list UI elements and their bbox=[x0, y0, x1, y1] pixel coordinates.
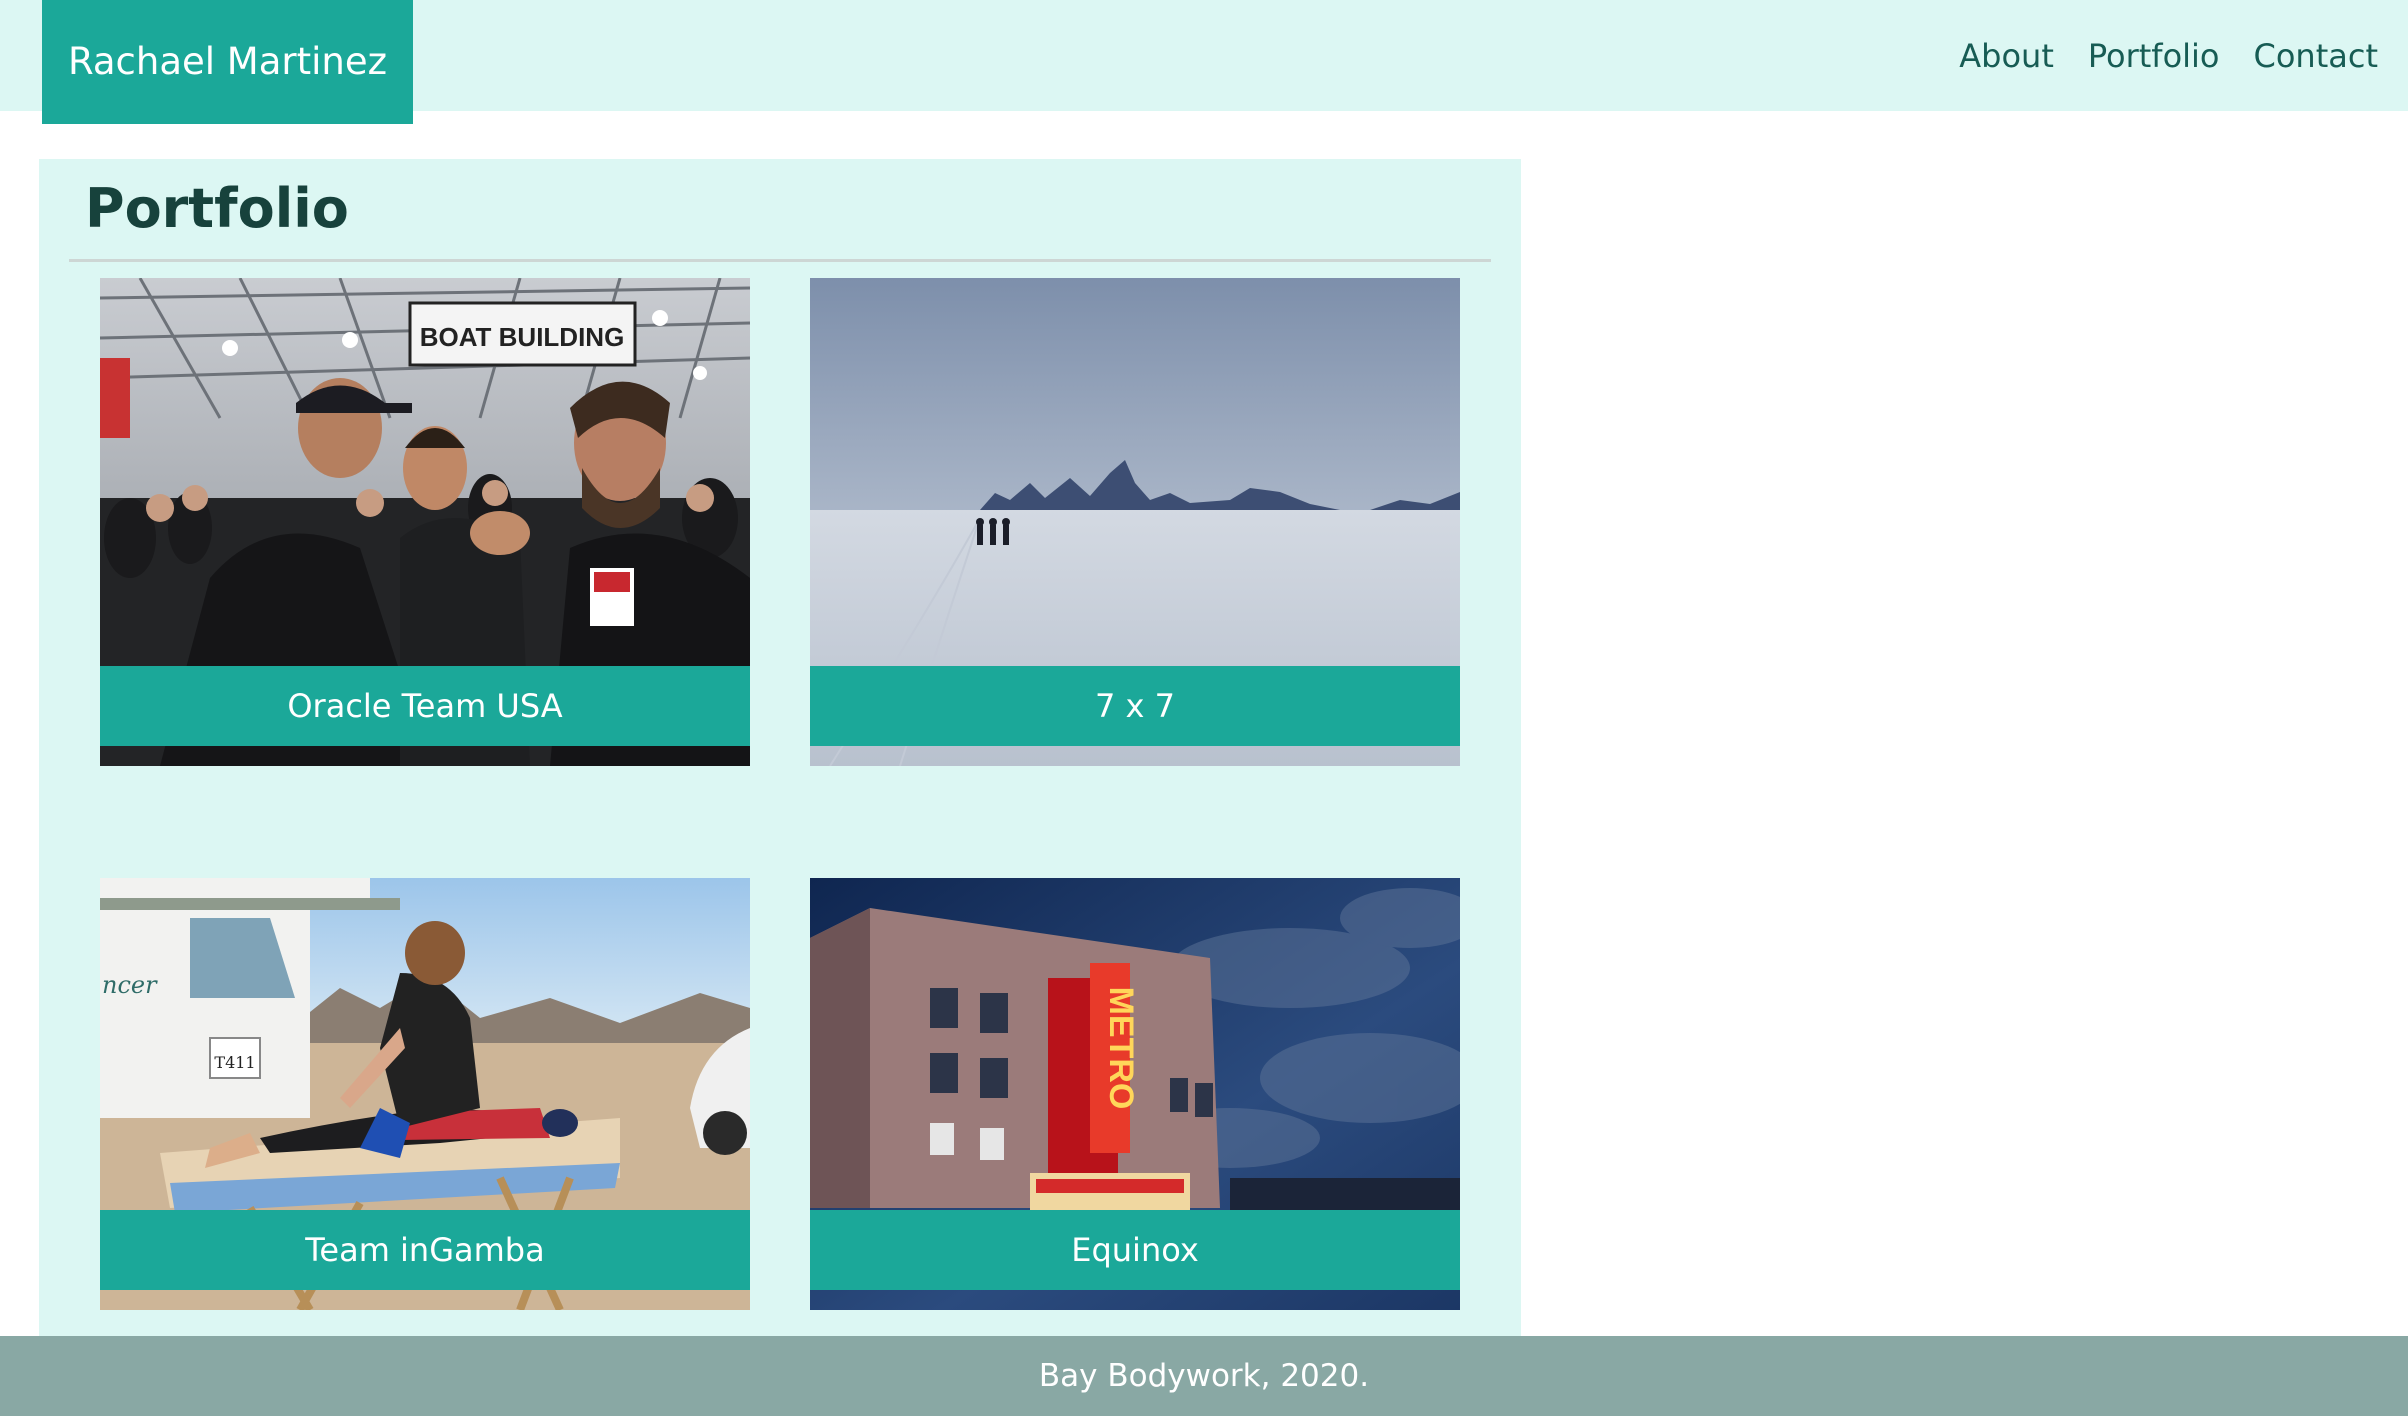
nav-link-portfolio[interactable]: Portfolio bbox=[2088, 37, 2220, 75]
page-title: Portfolio bbox=[85, 177, 349, 240]
rv-plate: T411 bbox=[214, 1053, 255, 1072]
site-header: Rachael Martinez About Portfolio Contact bbox=[0, 0, 2408, 124]
rv-decal: ncer bbox=[102, 971, 158, 999]
boat-building-sign: BOAT BUILDING bbox=[420, 322, 625, 352]
brand-logo-link[interactable]: Rachael Martinez bbox=[42, 0, 413, 124]
card-caption: Oracle Team USA bbox=[100, 666, 750, 746]
card-caption: Equinox bbox=[810, 1210, 1460, 1290]
portfolio-card-team-ingamba[interactable]: T411 ncer Team inGamba bbox=[100, 878, 750, 1310]
main-nav: About Portfolio Contact bbox=[1959, 0, 2378, 111]
nav-link-contact[interactable]: Contact bbox=[2254, 37, 2379, 75]
metro-sign: METRO bbox=[1102, 987, 1140, 1110]
nav-link-about[interactable]: About bbox=[1959, 37, 2054, 75]
portfolio-card-equinox[interactable]: METRO Equinox bbox=[810, 878, 1460, 1310]
card-caption: 7 x 7 bbox=[810, 666, 1460, 746]
portfolio-card-oracle-team-usa[interactable]: BOAT BUILDING Oracle Team USA bbox=[100, 278, 750, 766]
title-divider bbox=[69, 259, 1491, 262]
site-footer: Bay Bodywork, 2020. bbox=[0, 1336, 2408, 1416]
card-caption: Team inGamba bbox=[100, 1210, 750, 1290]
portfolio-card-7x7[interactable]: 7 x 7 bbox=[810, 278, 1460, 766]
